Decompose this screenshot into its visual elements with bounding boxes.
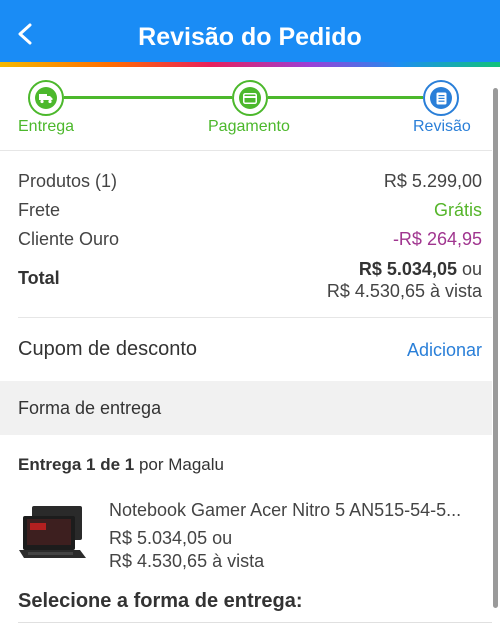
gold-customer-discount: -R$ 264,95 — [392, 229, 482, 249]
shipping-label: Frete — [18, 200, 61, 220]
total-cash-price: R$ 4.530,65 à vista — [326, 281, 482, 301]
coupon-label: Cupom de desconto — [18, 338, 198, 360]
products-value: R$ 5.299,00 — [383, 171, 482, 191]
products-label: Produtos (1) — [18, 171, 118, 191]
delivery-seller: por Magalu — [134, 455, 224, 474]
product-thumbnail — [19, 506, 86, 558]
delivery-heading: Entrega 1 de 1 por Magalu — [18, 455, 224, 475]
checkout-stepper: Entrega Pagamento Revisão — [0, 67, 492, 151]
section-title: Forma de entrega — [18, 398, 162, 418]
step-label-review[interactable]: Revisão — [413, 118, 471, 136]
step-delivery[interactable] — [28, 80, 64, 116]
divider — [0, 150, 492, 151]
document-icon — [436, 92, 446, 104]
shipping-value: Grátis — [433, 200, 482, 220]
scrollbar[interactable] — [493, 88, 498, 608]
card-icon — [243, 92, 257, 104]
total-or: ou — [456, 259, 482, 279]
product-name[interactable]: Notebook Gamer Acer Nitro 5 AN515-54-5..… — [109, 500, 481, 521]
product-cash-price: R$ 4.530,65 à vista — [109, 551, 265, 571]
product-price: R$ 5.034,05 ou — [109, 528, 233, 548]
back-arrow-icon[interactable] — [14, 22, 38, 46]
step-label-payment[interactable]: Pagamento — [208, 118, 290, 136]
step-review[interactable] — [423, 80, 459, 116]
gold-customer-label: Cliente Ouro — [18, 229, 120, 249]
truck-icon — [39, 94, 53, 104]
total-label: Total — [18, 268, 60, 288]
select-delivery-label: Selecione a forma de entrega: — [18, 590, 303, 612]
page-title: Revisão do Pedido — [138, 23, 362, 51]
total-price: R$ 5.034,05 — [358, 259, 457, 279]
top-app-bar: Revisão do Pedido — [0, 0, 500, 62]
step-label-delivery[interactable]: Entrega — [18, 118, 74, 136]
step-connector — [64, 96, 232, 99]
delivery-section-header: Forma de entrega — [0, 381, 492, 435]
divider — [18, 622, 492, 623]
total-value: R$ 5.034,05 ou R$ 4.530,65 à vista — [327, 258, 482, 302]
step-connector — [268, 96, 423, 99]
step-payment[interactable] — [232, 80, 268, 116]
coupon-row: Cupom de desconto Adicionar — [18, 338, 482, 364]
add-coupon-link[interactable]: Adicionar — [407, 340, 482, 361]
delivery-count: Entrega 1 de 1 — [18, 455, 135, 474]
divider — [18, 317, 492, 318]
